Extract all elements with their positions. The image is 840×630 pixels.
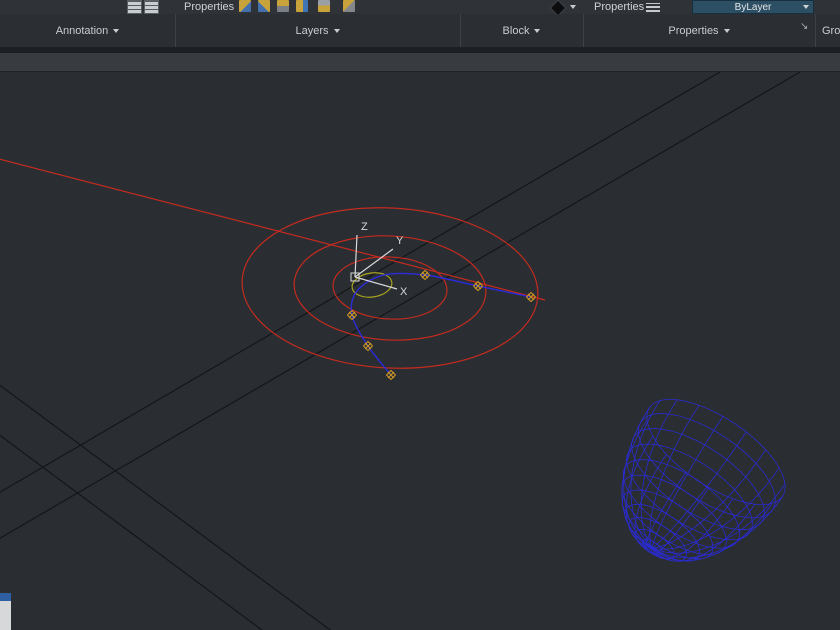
layer-tool-icon-1[interactable] [239,0,251,12]
docked-palette-fragment[interactable] [0,593,11,630]
chevron-down-icon [534,28,541,33]
panel-layers-label: Layers [295,24,329,37]
spline-curve[interactable] [350,272,532,376]
properties-group-label: Properties [594,1,645,13]
layer-properties-label: Properties [184,1,235,13]
panel-groups-label: Gro [822,24,840,37]
table-icon[interactable] [127,0,142,14]
bylayer-dropdown[interactable]: ByLayer [692,0,814,14]
svg-text:Y: Y [396,235,404,247]
layer-tool-icon-6[interactable] [343,0,355,12]
panel-properties[interactable]: Properties [583,14,816,47]
panel-annotation-label: Annotation [55,24,109,37]
lock-icon[interactable] [318,0,330,12]
layer-tool-icon-4[interactable] [296,0,308,12]
chevron-down-icon [113,28,120,33]
chevron-down-icon [723,28,730,33]
bylayer-dropdown-value: ByLayer [734,1,772,13]
svg-text:Z: Z [361,221,368,233]
svg-text:X: X [400,286,408,298]
iso-construction-lines[interactable] [0,72,801,630]
ribbon-panel-row: Annotation Layers Block Properties Gro ↘ [0,14,840,47]
layer-tool-icon-2[interactable] [258,0,270,12]
autocad-window: Properties Properties ByLayer Annotation… [0,0,840,630]
panel-annotation[interactable]: Annotation [0,14,176,47]
panel-block-label: Block [502,24,530,37]
panel-groups[interactable]: Gro [815,14,840,47]
ribbon-top-row: Properties Properties ByLayer [0,0,840,17]
panel-properties-label: Properties [668,24,719,37]
chevron-down-icon [803,5,809,9]
panel-block[interactable]: Block [460,14,584,47]
cells-icon[interactable] [144,0,159,14]
drawing-canvas[interactable]: Z Y X [0,72,840,630]
chevron-down-icon [333,28,340,33]
point-markers[interactable] [346,269,537,381]
dialog-launcher-icon[interactable]: ↘ [800,22,808,32]
palette-titlebar-icon [0,593,11,601]
file-tab-strip [0,53,840,72]
panel-layers[interactable]: Layers [175,14,461,47]
layer-tool-icon-3[interactable] [277,0,289,12]
mesh-dome[interactable] [621,398,786,562]
red-construction-line[interactable] [0,158,546,301]
list-icon[interactable] [646,3,660,12]
chevron-down-icon[interactable] [570,5,576,9]
